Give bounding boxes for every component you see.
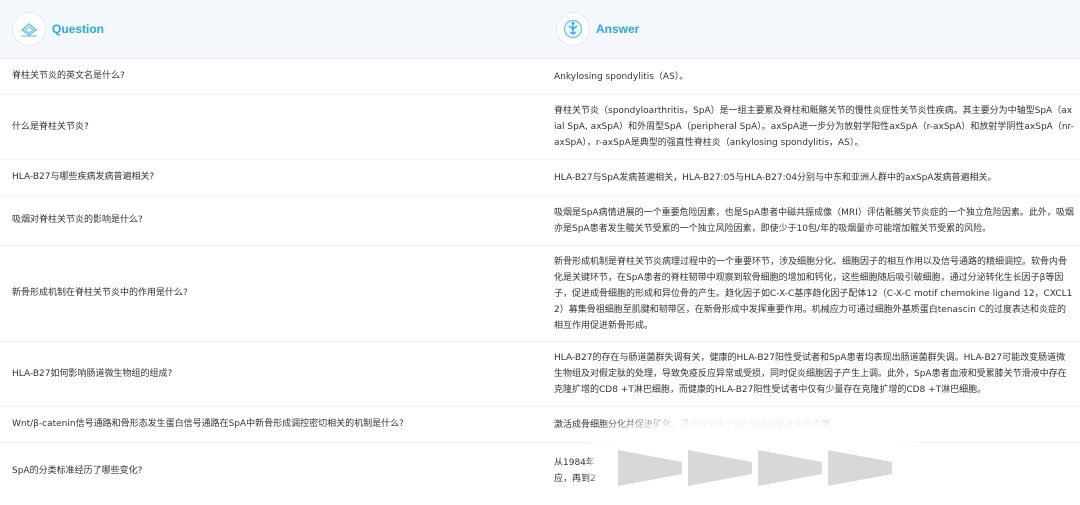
answer-cell: HLA-B27的存在与肠道菌群失调有关，健康的HLA-B27阳性受试者和SpA患… <box>554 353 1067 395</box>
question-cell: SpA的分类标准经历了哪些变化? <box>12 465 143 476</box>
question-cell: Wnt/β-catenin信号通路和骨形态发生蛋白信号通路在SpA中新骨形成调控… <box>12 419 404 429</box>
answer-cell: HLA-B27与SpA发病普遍相关，HLA-B27:05与HLA-B27:04分… <box>554 172 997 183</box>
question-cell: 什么是脊柱关节炎? <box>12 121 89 132</box>
question-cell: 新骨形成机制在脊柱关节炎中的作用是什么? <box>12 288 188 298</box>
table-row: HLA-B27与哪些疾病发病普遍相关? HLA-B27与SpA发病普遍相关，HL… <box>0 160 1080 196</box>
brain-circuit-icon <box>556 12 590 46</box>
chat-bubble-icon <box>12 12 46 46</box>
question-column-header: Question <box>12 0 104 58</box>
table-row: SpA的分类标准经历了哪些变化? 从1984年 应，再到2 <box>0 443 1080 499</box>
table-row: 新骨形成机制在脊柱关节炎中的作用是什么? 新骨形成机制是脊柱关节炎病理过程中的一… <box>0 246 1080 342</box>
question-header-label: Question <box>52 22 105 36</box>
answer-cell: Ankylosing spondylitis（AS）。 <box>554 71 689 82</box>
table-header: Question Answer <box>0 0 1080 59</box>
question-cell: HLA-B27与哪些疾病发病普遍相关? <box>12 172 155 182</box>
table-row: Wnt/β-catenin信号通路和骨形态发生蛋白信号通路在SpA中新骨形成调控… <box>0 407 1080 443</box>
answer-column-header: Answer <box>556 0 639 58</box>
answer-cell: 新骨形成机制是脊柱关节炎病理过程中的一个重要环节，涉及细胞分化、细胞因子的相互作… <box>554 256 1073 331</box>
qa-table: Question Answer 脊柱关节炎的英文名是什么? Ankylosing… <box>0 0 1080 505</box>
answer-cell: 激活成骨细胞分化并促进矿化，通过转化因子β信号通路促进成骨作用 <box>554 419 830 430</box>
answer-cell: 脊柱关节炎（spondyloarthritis，SpA）是一组主要累及脊柱和骶髂… <box>554 106 1074 148</box>
table-row: 什么是脊柱关节炎? 脊柱关节炎（spondyloarthritis，SpA）是一… <box>0 95 1080 160</box>
answer-header-label: Answer <box>596 22 640 36</box>
table-row: 脊柱关节炎的英文名是什么? Ankylosing spondylitis（AS）… <box>0 59 1080 95</box>
table-row: 吸烟对脊柱关节炎的影响是什么? 吸烟是SpA病情进展的一个重要危险因素，也是Sp… <box>0 196 1080 246</box>
answer-cell: 吸烟是SpA病情进展的一个重要危险因素，也是SpA患者中磁共振成像（MRI）评估… <box>554 207 1074 234</box>
question-cell: HLA-B27如何影响肠道微生物组的组成? <box>12 368 173 379</box>
answer-cell: 从1984年 应，再到2 <box>554 458 596 484</box>
question-cell: 脊柱关节炎的英文名是什么? <box>12 71 125 81</box>
question-cell: 吸烟对脊柱关节炎的影响是什么? <box>12 215 143 225</box>
table-row: HLA-B27如何影响肠道微生物组的组成? HLA-B27的存在与肠道菌群失调有… <box>0 342 1080 407</box>
